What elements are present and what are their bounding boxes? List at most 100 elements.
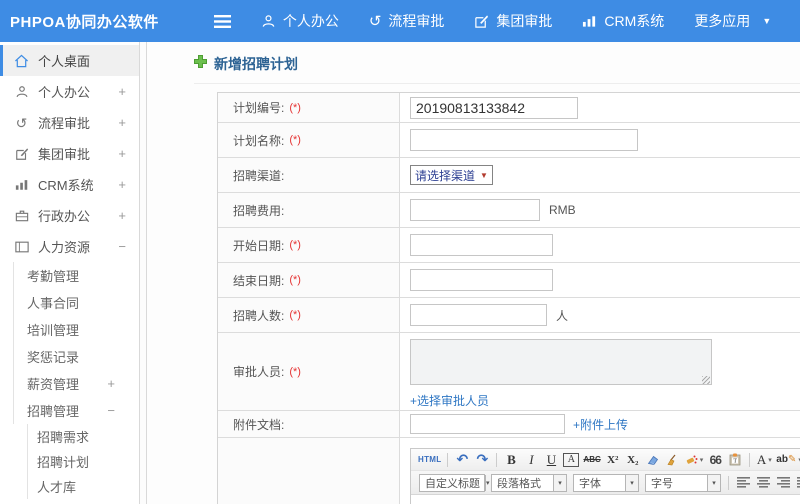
redo-icon[interactable]: ↷ <box>474 451 490 469</box>
undo-icon[interactable]: ↶ <box>454 451 470 469</box>
top-navigation-bar: PHPOA协同办公软件 个人办公 ↺ 流程审批 集团审批 CRM系统 更多应用 … <box>0 0 800 42</box>
field-value: HTML ↶ ↷ B I U A ABC X² X₂ ▾ 66 T A ▾ ab… <box>400 438 800 504</box>
expand-toggle[interactable]: + <box>118 208 126 223</box>
main-content: 新增招聘计划 计划编号: (*) 计划名称: (*) <box>147 42 800 504</box>
editor-content-area[interactable] <box>411 495 800 504</box>
paste-as-text-icon[interactable]: T <box>727 451 743 469</box>
headcount-input[interactable] <box>410 304 547 326</box>
currency-suffix: RMB <box>549 203 576 217</box>
toolbar-separator <box>496 452 498 467</box>
sidebar-item-recruiting[interactable]: 招聘管理 − <box>14 397 139 424</box>
sidebar-item-personal-office[interactable]: 个人办公 + <box>0 76 139 107</box>
start-date-input[interactable] <box>410 234 553 256</box>
caret-down-icon: ▼ <box>480 170 488 180</box>
field-label: 招聘费用: <box>218 193 400 227</box>
recruit-cost-input[interactable] <box>410 199 540 221</box>
field-value <box>400 263 800 297</box>
sidebar-item-label: 招聘管理 <box>27 404 80 419</box>
sidebar-item-group-approval[interactable]: 集团审批 + <box>0 138 139 169</box>
sidebar-item-label: 人才库 <box>37 480 77 495</box>
required-mark: (*) <box>289 309 301 321</box>
expand-toggle[interactable]: + <box>118 177 126 192</box>
sidebar-item-personal-desktop[interactable]: 个人桌面 <box>0 45 139 76</box>
sidebar-item-training[interactable]: 培训管理 <box>14 316 139 343</box>
italic-button[interactable]: I <box>523 451 539 469</box>
sidebar-item-label: 人事合同 <box>27 296 80 311</box>
form-row-plan-name: 计划名称: (*) <box>218 123 800 158</box>
toolbar-separator <box>447 452 449 467</box>
bold-button[interactable]: B <box>503 451 519 469</box>
attachment-input[interactable] <box>410 414 565 434</box>
paragraph-format-select[interactable]: 段落格式 ▾ <box>491 473 567 492</box>
eraser-icon[interactable] <box>645 451 661 469</box>
field-label: 开始日期: (*) <box>218 228 400 262</box>
highlight-color-button[interactable]: ab ✎ ▾ <box>776 451 800 469</box>
field-label: 审批人员: (*) <box>218 333 400 410</box>
sidebar-item-hr-contracts[interactable]: 人事合同 <box>14 289 139 316</box>
sidebar-item-talent-pool[interactable]: 人才库 <box>28 474 139 499</box>
sidebar-item-label: 招聘需求 <box>37 430 90 445</box>
align-left-icon[interactable] <box>735 474 751 492</box>
autotypeset-button[interactable]: A <box>563 452 580 467</box>
expand-toggle[interactable]: + <box>107 376 115 391</box>
sidebar-scrollbar[interactable] <box>140 42 147 504</box>
format-painter-icon[interactable]: ▾ <box>685 451 703 469</box>
align-center-icon[interactable] <box>755 474 771 492</box>
end-date-input[interactable] <box>410 269 553 291</box>
user-icon <box>13 85 30 99</box>
chart-icon <box>13 178 30 191</box>
choose-approvers-link[interactable]: +选择审批人员 <box>410 392 489 409</box>
topnav-more-apps[interactable]: 更多应用 ▼ <box>694 11 771 31</box>
attachment-upload-link[interactable]: +附件上传 <box>573 416 628 433</box>
sidebar-item-salary[interactable]: 薪资管理 + <box>14 370 139 397</box>
sidebar-item-label: 奖惩记录 <box>27 350 80 365</box>
font-family-select[interactable]: 字体 ▾ <box>573 473 639 492</box>
recruit-channel-select[interactable]: 请选择渠道 ▼ <box>410 165 493 185</box>
plan-name-input[interactable] <box>410 129 638 151</box>
topnav-crm-system[interactable]: CRM系统 <box>582 11 664 31</box>
user-icon <box>261 14 276 29</box>
recruit-plan-form: 计划编号: (*) 计划名称: (*) 招聘 <box>217 92 800 504</box>
custom-title-select[interactable]: 自定义标题 ▾ <box>419 473 490 492</box>
sidebar-item-rewards[interactable]: 奖惩记录 <box>14 343 139 370</box>
page-layout: 个人桌面 个人办公 + ↺ 流程审批 + 集团审批 + CRM系统 + 行政办公… <box>0 42 800 504</box>
expand-toggle[interactable]: + <box>118 146 126 161</box>
hamburger-menu-icon[interactable] <box>213 14 231 28</box>
sidebar-item-recruit-demand[interactable]: 招聘需求 <box>28 424 139 449</box>
font-size-select[interactable]: 字号 ▾ <box>645 473 721 492</box>
sidebar-item-human-resources[interactable]: 人力资源 − <box>0 231 139 262</box>
field-value: 人 <box>400 298 800 332</box>
label-text: 附件文档: <box>233 417 285 432</box>
sidebar-item-workflow-approval[interactable]: ↺ 流程审批 + <box>0 107 139 138</box>
clear-doc-broom-icon[interactable] <box>665 451 681 469</box>
label-text: 开始日期: <box>233 238 285 253</box>
approvers-textarea[interactable] <box>410 339 712 385</box>
sidebar-item-crm-system[interactable]: CRM系统 + <box>0 169 139 200</box>
html-source-button[interactable]: HTML <box>418 451 441 469</box>
align-justify-icon[interactable] <box>795 474 800 492</box>
idcard-icon <box>13 241 30 253</box>
plan-number-input[interactable] <box>410 96 578 119</box>
blockquote-button[interactable]: 66 <box>707 451 723 469</box>
editor-toolbar-row1: HTML ↶ ↷ B I U A ABC X² X₂ ▾ 66 T A ▾ ab… <box>411 449 800 471</box>
resize-grip-icon[interactable] <box>702 376 710 384</box>
expand-toggle[interactable]: + <box>118 84 126 99</box>
topnav-workflow-approval[interactable]: ↺ 流程审批 <box>369 11 445 31</box>
font-color-button[interactable]: A ▾ <box>756 451 772 469</box>
topnav-personal-office[interactable]: 个人办公 <box>261 11 339 31</box>
field-label: 招聘渠道: <box>218 158 400 192</box>
sidebar-item-admin-office[interactable]: 行政办公 + <box>0 200 139 231</box>
sidebar-item-label: 培训管理 <box>27 323 80 338</box>
topnav-group-approval[interactable]: 集团审批 <box>474 11 552 31</box>
underline-button[interactable]: U <box>543 451 559 469</box>
collapse-toggle[interactable]: − <box>118 239 126 254</box>
strikethrough-button[interactable]: ABC <box>583 451 600 469</box>
collapse-toggle[interactable]: − <box>107 403 115 418</box>
sidebar-item-recruit-plan[interactable]: 招聘计划 <box>28 449 139 474</box>
subscript-button[interactable]: X₂ <box>625 451 641 469</box>
expand-toggle[interactable]: + <box>118 115 126 130</box>
align-right-icon[interactable] <box>775 474 791 492</box>
edit-icon <box>13 147 30 161</box>
sidebar-item-attendance[interactable]: 考勤管理 <box>14 262 139 289</box>
superscript-button[interactable]: X² <box>605 451 621 469</box>
